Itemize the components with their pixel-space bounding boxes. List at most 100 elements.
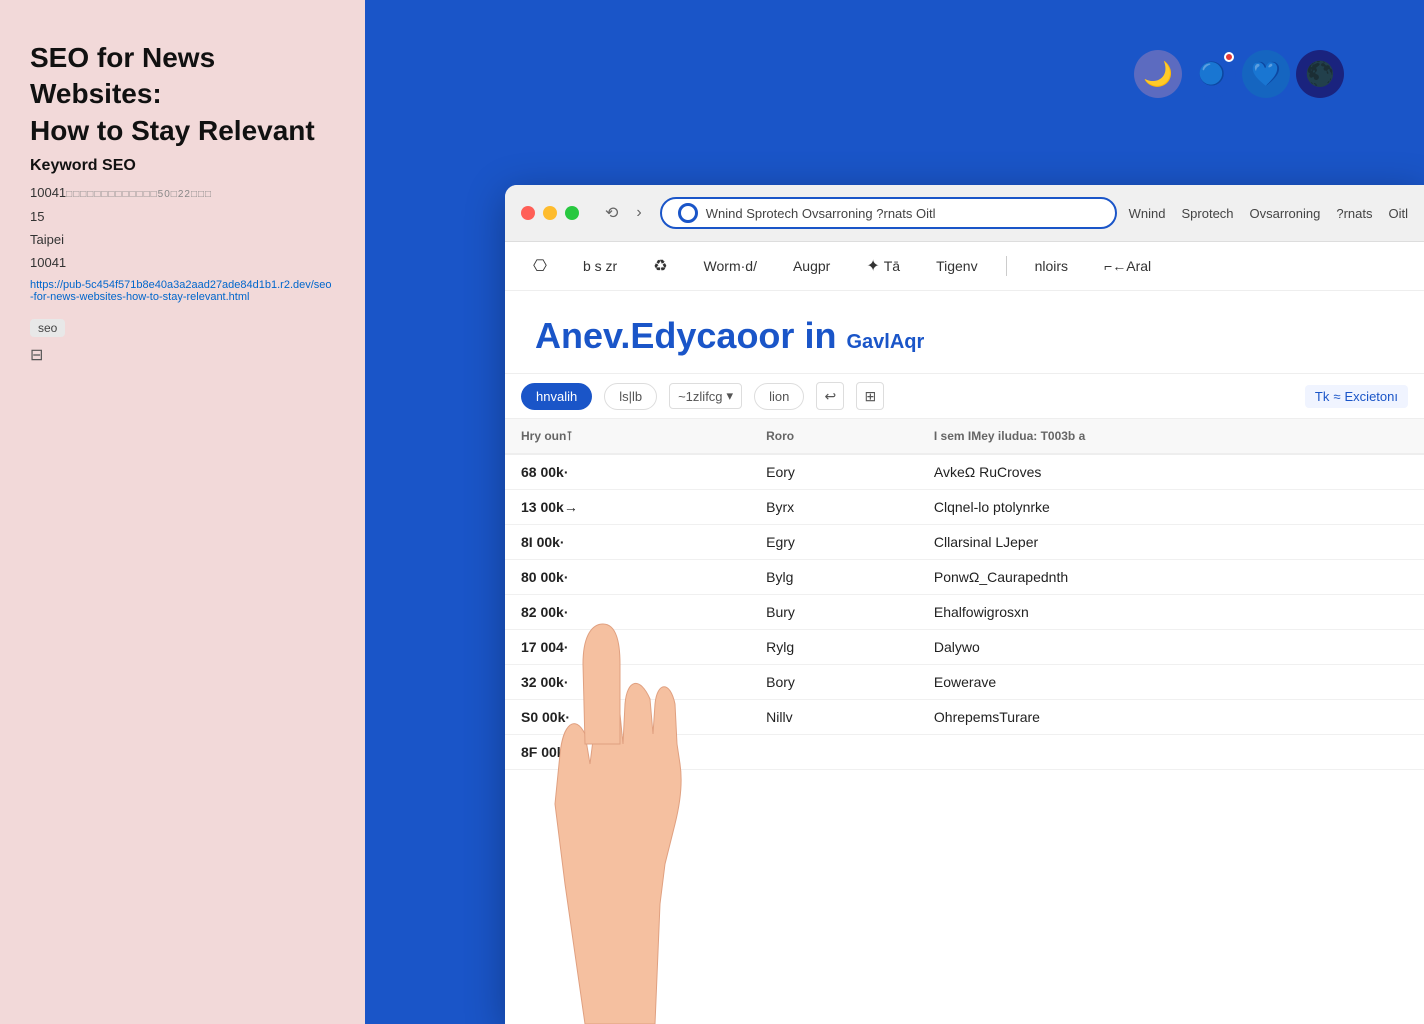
address-bar[interactable]: Wnind Sprotech Ovsarroning ?rnats Oitl: [660, 197, 1117, 229]
nav-item-tigenv[interactable]: Tigenv: [928, 254, 986, 278]
cell-num-4: 80 00k·: [505, 560, 750, 595]
avatar-moon: 🌙: [1134, 50, 1182, 98]
nav-divider: [1006, 256, 1007, 276]
cell-desc-9: [918, 735, 1424, 770]
nav-label-augpr: Augpr: [793, 258, 830, 274]
nav-item-aral[interactable]: ⌐←Aral: [1096, 254, 1159, 278]
sidebar-meta: 10041□□□□□□□□□□□□□50□22□□□ 15 Taipei 100…: [30, 181, 335, 275]
browser-icon: [678, 203, 698, 223]
nav-label-b: b s zr: [583, 258, 617, 274]
forward-button[interactable]: ›: [630, 202, 647, 224]
refresh-icon: ♻: [653, 256, 667, 276]
sidebar-keyword: Keyword SEO: [30, 157, 335, 175]
filter-btn-group[interactable]: Tk ≈ Excietonı: [1305, 385, 1408, 408]
menu-item-4[interactable]: ?rnats: [1336, 206, 1372, 221]
cell-desc-3: Cllarsinal LJeper: [918, 525, 1424, 560]
nav-label-nloirs: nloirs: [1035, 258, 1068, 274]
sidebar: SEO for News Websites:How to Stay Releva…: [0, 0, 365, 1024]
table-body: 68 00k· Eory AvkeΩ RuCroves 13 00k→ Byrx…: [505, 454, 1424, 770]
avatars-row: 🌙 🔵 💙 🌑: [1134, 50, 1344, 98]
filter-row: hnvalih ls|lb ~1zlifcg ▾ lion ↩ ⊞ Tk ≈ E…: [505, 374, 1424, 419]
col-header-3: I sem IMey iludua: T003b a: [918, 419, 1424, 454]
close-button[interactable]: [521, 206, 535, 220]
cell-code-6: Rylg: [750, 630, 918, 665]
minimize-button[interactable]: [543, 206, 557, 220]
table-row[interactable]: 13 00k→ Byrx Clqnel-lo ptolynrke: [505, 490, 1424, 525]
cell-desc-7: Eowerave: [918, 665, 1424, 700]
table-row[interactable]: 32 00k· Bory Eowerave: [505, 665, 1424, 700]
cell-desc-8: OhrepemsTurare: [918, 700, 1424, 735]
cell-code-1: Eory: [750, 454, 918, 490]
nav-label-tigenv: Tigenv: [936, 258, 978, 274]
back-button[interactable]: ⟲: [599, 201, 624, 225]
maximize-button[interactable]: [565, 206, 579, 220]
sidebar-url[interactable]: https://pub-5c454f571b8e40a3a2aad27ade84…: [30, 279, 335, 303]
cell-code-8: Nillv: [750, 700, 918, 735]
cell-num-6: 17 004·: [505, 630, 750, 665]
menu-item-3[interactable]: Ovsarroning: [1250, 206, 1321, 221]
cell-num-9: 8F 00k·: [505, 735, 750, 770]
browser-navrow: ⎔ b s zr ♻ Worm·d/ Augpr ✦ Tā Tigenv: [505, 242, 1424, 291]
page-title: Anev.Edycaoor in GavlAqr: [535, 315, 924, 356]
menu-item-5[interactable]: Oitl: [1389, 206, 1409, 221]
star-icon: ✦: [866, 256, 879, 276]
nav-item-nloirs[interactable]: nloirs: [1027, 254, 1076, 278]
browser-window: ⟲ › Wnind Sprotech Ovsarroning ?rnats Oi…: [505, 185, 1424, 1024]
filter-tab-3[interactable]: lion: [754, 383, 804, 410]
nav-item-augpr[interactable]: Augpr: [785, 254, 838, 278]
notification-badge: [1224, 52, 1234, 62]
avatar-heart: 🔵: [1188, 50, 1236, 98]
nav-item-b[interactable]: b s zr: [575, 254, 625, 278]
cell-num-8: S0 00k·: [505, 700, 750, 735]
address-text: Wnind Sprotech Ovsarroning ?rnats Oitl: [706, 206, 1099, 221]
data-table: Hry oun⊺ Roro I sem IMey iludua: T003b a…: [505, 419, 1424, 770]
chevron-down-icon: ▾: [727, 388, 734, 404]
cell-desc-2: Clqnel-lo ptolynrke: [918, 490, 1424, 525]
table-row[interactable]: 8I 00k· Egry Cllarsinal LJeper: [505, 525, 1424, 560]
cell-code-2: Byrx: [750, 490, 918, 525]
filter-icon-btn-1[interactable]: ↩: [816, 382, 844, 410]
cell-num-1: 68 00k·: [505, 454, 750, 490]
nav-item-ta[interactable]: ✦ Tā: [858, 252, 908, 280]
table-row[interactable]: 82 00k· Bury Ehalfowigrosxn: [505, 595, 1424, 630]
sidebar-title: SEO for News Websites:How to Stay Releva…: [30, 40, 335, 149]
table-row[interactable]: 80 00k· Bylg PonwΩ_Caurapednth: [505, 560, 1424, 595]
nav-label-worm: Worm·d/: [704, 258, 757, 274]
cell-desc-4: PonwΩ_Caurapednth: [918, 560, 1424, 595]
nav-item-home[interactable]: ⎔: [525, 252, 555, 280]
home-icon: ⎔: [533, 256, 547, 276]
filter-icon-btn-2[interactable]: ⊞: [856, 382, 884, 410]
avatar-dark: 🌑: [1296, 50, 1344, 98]
cell-num-5: 82 00k·: [505, 595, 750, 630]
filter-dropdown-1[interactable]: ~1zlifcg ▾: [669, 383, 742, 409]
browser-menu: Wnind Sprotech Ovsarroning ?rnats Oitl: [1129, 206, 1408, 221]
filter-tab-2[interactable]: ls|lb: [604, 383, 657, 410]
col-header-2: Roro: [750, 419, 918, 454]
nav-label-ta: Tā: [884, 258, 900, 274]
nav-item-refresh[interactable]: ♻: [645, 252, 675, 280]
table-row[interactable]: S0 00k· Nillv OhrepemsTurare: [505, 700, 1424, 735]
cell-code-9: [750, 735, 918, 770]
nav-label-aral: ⌐←Aral: [1104, 258, 1151, 274]
cell-desc-1: AvkeΩ RuCroves: [918, 454, 1424, 490]
page-header: Anev.Edycaoor in GavlAqr: [505, 291, 1424, 374]
table-row[interactable]: 17 004· Rylg Dalywo: [505, 630, 1424, 665]
traffic-lights: [521, 206, 579, 220]
table-row[interactable]: 68 00k· Eory AvkeΩ RuCroves: [505, 454, 1424, 490]
table-header: Hry oun⊺ Roro I sem IMey iludua: T003b a: [505, 419, 1424, 454]
cell-desc-6: Dalywo: [918, 630, 1424, 665]
col-header-1: Hry oun⊺: [505, 419, 750, 454]
page-subtitle: GavlAqr: [846, 331, 924, 353]
table-row[interactable]: 8F 00k·: [505, 735, 1424, 770]
sidebar-tag-icon: ⊟: [30, 345, 335, 365]
menu-item-2[interactable]: Sprotech: [1182, 206, 1234, 221]
menu-item-1[interactable]: Wnind: [1129, 206, 1166, 221]
cell-code-3: Egry: [750, 525, 918, 560]
main-area: 🌙 🔵 💙 🌑 ⟲ › Wnind Sp: [365, 0, 1424, 1024]
table-wrapper: Hry oun⊺ Roro I sem IMey iludua: T003b a…: [505, 419, 1424, 770]
sidebar-tag[interactable]: seo: [30, 319, 65, 337]
nav-item-worm[interactable]: Worm·d/: [696, 254, 765, 278]
filter-tab-1[interactable]: hnvalih: [521, 383, 592, 410]
cell-desc-5: Ehalfowigrosxn: [918, 595, 1424, 630]
browser-toolbar: ⟲ › Wnind Sprotech Ovsarroning ?rnats Oi…: [505, 185, 1424, 242]
